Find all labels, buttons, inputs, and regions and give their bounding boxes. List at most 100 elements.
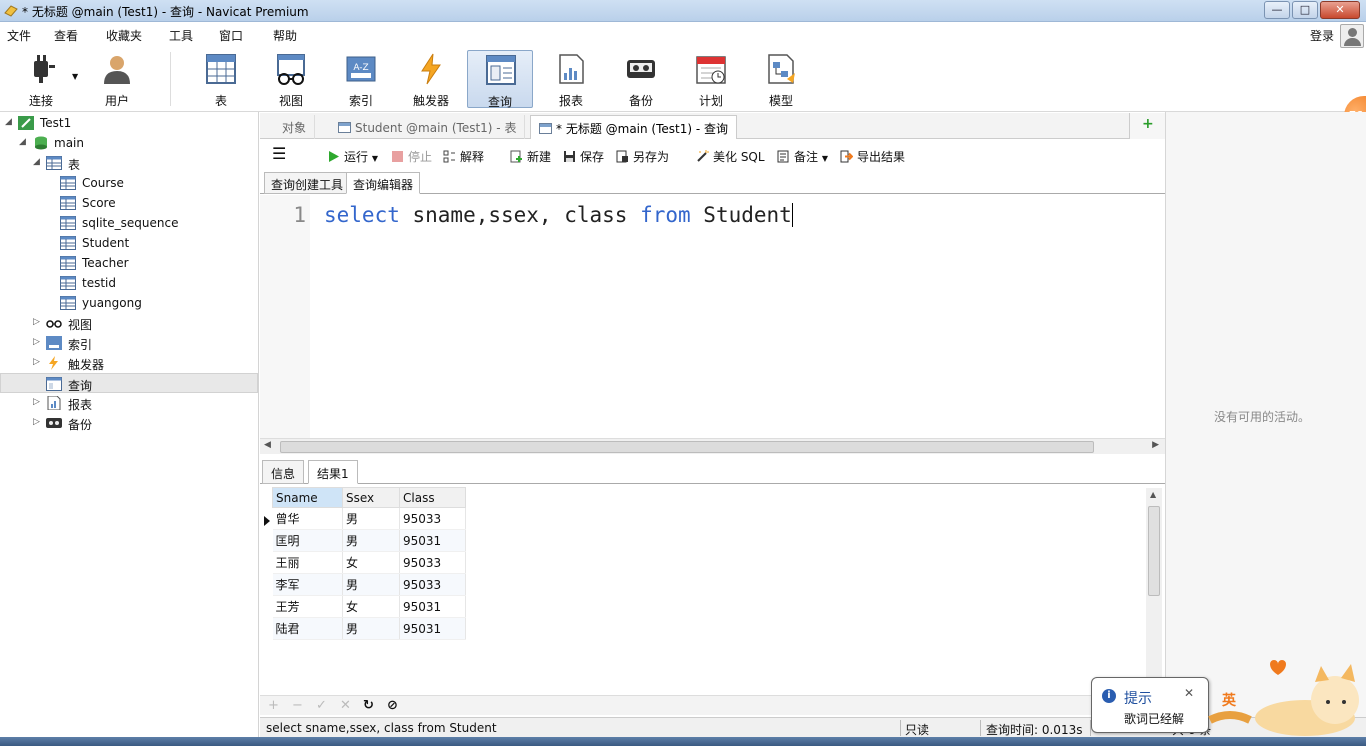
explain-button[interactable]: 解释 xyxy=(443,148,484,165)
cell-class[interactable]: 95031 xyxy=(399,617,466,640)
cell-ssex[interactable]: 男 xyxy=(342,507,400,530)
index-button[interactable]: A-Z 索引 xyxy=(328,50,394,108)
schedule-button[interactable]: 计划 xyxy=(678,50,744,108)
scroll-left-icon[interactable]: ◀ xyxy=(264,440,271,450)
menu-favorites[interactable]: 收藏夹 xyxy=(106,27,142,44)
column-header-class[interactable]: Class xyxy=(399,487,466,508)
user-button[interactable]: 用户 xyxy=(84,50,150,108)
tree-triggers-group[interactable]: ▷ 触发器 xyxy=(0,353,258,373)
stop-fetch-icon[interactable]: ⊘ xyxy=(387,698,398,713)
cell-ssex[interactable]: 男 xyxy=(342,617,400,640)
model-button[interactable]: 模型 xyxy=(748,50,814,108)
trigger-button[interactable]: 触发器 xyxy=(398,50,464,108)
table-button[interactable]: 表 xyxy=(188,50,254,108)
cell-sname[interactable]: 匡明 xyxy=(272,529,343,552)
minimize-button[interactable]: — xyxy=(1264,1,1290,19)
tab-query-builder[interactable]: 查询创建工具 xyxy=(264,172,351,194)
cell-class[interactable]: 95031 xyxy=(399,529,466,552)
add-record-icon[interactable]: + xyxy=(268,698,279,713)
export-results-button[interactable]: 导出结果 xyxy=(840,148,905,165)
tree-table-teacher[interactable]: Teacher xyxy=(0,253,258,273)
tree-table-course[interactable]: Course xyxy=(0,173,258,193)
connect-button[interactable]: 连接 xyxy=(8,50,74,108)
cell-class[interactable]: 95033 xyxy=(399,573,466,596)
comment-button[interactable]: 备注 ▼ xyxy=(777,148,828,165)
tree-queries-group[interactable]: 查询 xyxy=(0,373,258,393)
tree-table-yuangong[interactable]: yuangong xyxy=(0,293,258,313)
tab-objects[interactable]: 对象 xyxy=(274,115,316,139)
stop-button[interactable]: 停止 xyxy=(391,148,432,165)
tree-table-score[interactable]: Score xyxy=(0,193,258,213)
table-row[interactable]: 匡明 男 95031 xyxy=(272,529,466,552)
expand-arrow-icon[interactable]: ▷ xyxy=(33,317,41,327)
expand-arrow-icon[interactable]: ▷ xyxy=(33,357,41,367)
save-as-button[interactable]: 另存为 xyxy=(616,148,669,165)
tree-database-main[interactable]: ◢ main xyxy=(0,133,258,153)
cell-sname[interactable]: 陆君 xyxy=(272,617,343,640)
new-tab-button[interactable] xyxy=(1129,113,1165,139)
sql-code-line[interactable]: select sname,ssex, class from Student xyxy=(324,203,793,227)
column-header-ssex[interactable]: Ssex xyxy=(342,487,400,508)
apply-changes-icon[interactable]: ✓ xyxy=(316,698,327,713)
cell-ssex[interactable]: 男 xyxy=(342,573,400,596)
cell-class[interactable]: 95031 xyxy=(399,595,466,618)
new-query-button[interactable]: 新建 xyxy=(510,148,551,165)
view-button[interactable]: 视图 xyxy=(258,50,324,108)
tree-reports-group[interactable]: ▷ 报表 xyxy=(0,393,258,413)
tab-student-table[interactable]: Student @main (Test1) - 表 xyxy=(330,115,526,139)
cell-sname[interactable]: 王丽 xyxy=(272,551,343,574)
tab-untitled-query[interactable]: * 无标题 @main (Test1) - 查询 xyxy=(530,115,738,139)
tree-connection-test1[interactable]: ◢ Test1 xyxy=(0,113,258,133)
connect-dropdown-icon[interactable]: ▼ xyxy=(72,72,78,81)
tooltip-notification[interactable]: i 提示 ✕ 歌词已经解 xyxy=(1091,677,1209,733)
tree-tables-group[interactable]: ◢ 表 xyxy=(0,153,258,173)
close-button[interactable]: ✕ xyxy=(1320,1,1360,19)
query-button[interactable]: 查询 xyxy=(467,50,533,109)
table-row[interactable]: 王丽 女 95033 xyxy=(272,551,466,574)
collapse-arrow-icon[interactable]: ◢ xyxy=(33,157,41,167)
tree-table-student[interactable]: Student xyxy=(0,233,258,253)
expand-arrow-icon[interactable]: ▷ xyxy=(33,337,41,347)
cell-class[interactable]: 95033 xyxy=(399,507,466,530)
table-row[interactable]: 李军 男 95033 xyxy=(272,573,466,596)
cell-sname[interactable]: 王芳 xyxy=(272,595,343,618)
cat-mascot-icon[interactable] xyxy=(1195,660,1366,737)
tree-views-group[interactable]: ▷ 视图 xyxy=(0,313,258,333)
collapse-arrow-icon[interactable]: ◢ xyxy=(5,117,13,127)
cell-ssex[interactable]: 男 xyxy=(342,529,400,552)
cell-class[interactable]: 95033 xyxy=(399,551,466,574)
discard-changes-icon[interactable]: ✕ xyxy=(340,698,351,713)
sql-editor[interactable]: 1 select sname,ssex, class from Student xyxy=(260,195,1165,438)
login-link[interactable]: 登录 xyxy=(1310,27,1334,44)
maximize-button[interactable]: □ xyxy=(1292,1,1318,19)
scrollbar-thumb[interactable] xyxy=(280,441,1094,453)
tab-result-1[interactable]: 结果1 xyxy=(308,460,358,484)
tab-info[interactable]: 信息 xyxy=(262,460,305,484)
save-button[interactable]: 保存 xyxy=(563,148,604,165)
editor-horizontal-scrollbar[interactable]: ◀ ▶ xyxy=(260,438,1165,454)
collapse-arrow-icon[interactable]: ◢ xyxy=(19,137,27,147)
refresh-icon[interactable]: ↻ xyxy=(363,698,374,713)
cell-sname[interactable]: 曾华 xyxy=(272,507,343,530)
backup-button[interactable]: 备份 xyxy=(608,50,674,108)
scroll-up-icon[interactable]: ▲ xyxy=(1150,490,1156,499)
cell-ssex[interactable]: 女 xyxy=(342,551,400,574)
comment-dropdown-icon[interactable]: ▼ xyxy=(822,154,828,163)
tree-table-sqlite-sequence[interactable]: sqlite_sequence xyxy=(0,213,258,233)
menu-view[interactable]: 查看 xyxy=(54,27,78,44)
menu-file[interactable]: 文件 xyxy=(7,27,31,44)
scrollbar-thumb[interactable] xyxy=(1148,506,1160,596)
hamburger-menu-icon[interactable]: ☰ xyxy=(272,144,286,163)
tree-backups-group[interactable]: ▷ 备份 xyxy=(0,413,258,433)
run-dropdown-icon[interactable]: ▼ xyxy=(372,154,378,163)
menu-tools[interactable]: 工具 xyxy=(169,27,193,44)
tree-indexes-group[interactable]: ▷ 索引 xyxy=(0,333,258,353)
run-button[interactable]: 运行 ▼ xyxy=(327,148,378,165)
close-icon[interactable]: ✕ xyxy=(1184,686,1194,700)
expand-arrow-icon[interactable]: ▷ xyxy=(33,397,41,407)
user-avatar[interactable] xyxy=(1340,24,1364,48)
column-header-sname[interactable]: Sname xyxy=(272,487,343,508)
delete-record-icon[interactable]: − xyxy=(292,698,303,713)
menu-help[interactable]: 帮助 xyxy=(273,27,297,44)
menu-window[interactable]: 窗口 xyxy=(219,27,243,44)
